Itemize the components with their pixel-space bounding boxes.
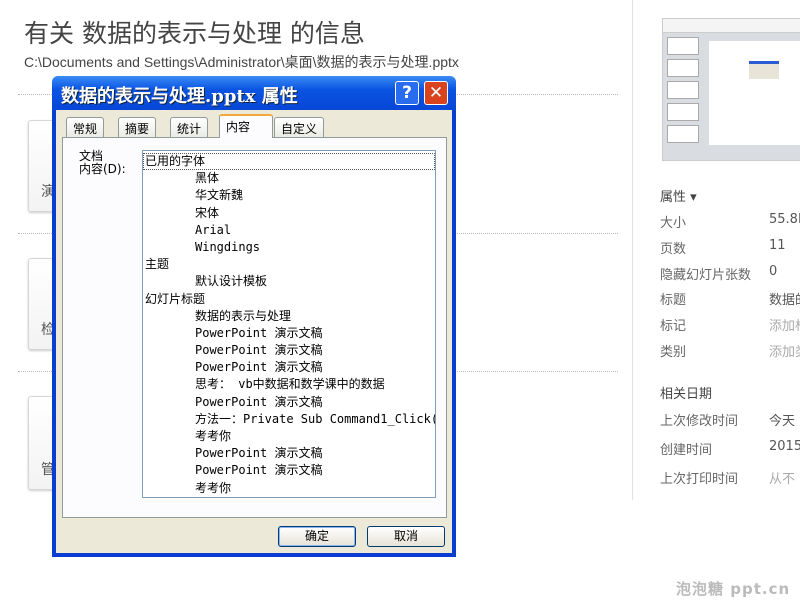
list-item[interactable]: Wingdings — [143, 239, 435, 256]
list-item[interactable]: PowerPoint 演示文稿 — [143, 325, 435, 342]
property-value: 0 — [769, 263, 778, 279]
properties-header[interactable]: 属性 ▾ — [660, 186, 697, 205]
property-value: 11 — [769, 237, 786, 253]
list-item[interactable]: 华文新魏 — [143, 187, 435, 204]
list-item[interactable]: 宋体 — [143, 205, 435, 222]
tab-custom[interactable]: 自定义 — [274, 117, 325, 137]
list-item[interactable]: 黑体 — [143, 170, 435, 187]
list-item[interactable]: PowerPoint 演示文稿 — [143, 359, 435, 376]
property-value: 55.8K — [769, 212, 800, 227]
tab-statistics[interactable]: 统计 — [170, 117, 209, 137]
property-value[interactable]: 添加标 — [769, 315, 800, 334]
close-icon[interactable]: ✕ — [424, 81, 448, 105]
property-value[interactable]: 从不 — [769, 468, 795, 487]
list-item[interactable]: 幻灯片标题 — [143, 291, 435, 308]
list-item[interactable]: PowerPoint 演示文稿 — [143, 394, 435, 411]
property-value: 数据的 — [769, 293, 800, 309]
label-line: 内容(D): — [79, 162, 126, 176]
contents-label: 文档 内容(D): — [79, 150, 126, 176]
property-label: 隐藏幻灯片张数 — [660, 267, 752, 283]
property-value[interactable]: 添加类 — [769, 341, 800, 360]
dialog-title: 数据的表示与处理.pptx 属性 — [61, 86, 298, 107]
help-icon[interactable]: ? — [395, 81, 419, 105]
list-item[interactable]: 默认设计模板 — [143, 273, 435, 290]
property-label: 页数 — [660, 241, 687, 257]
list-item[interactable]: 思考： vb中数据和数学课中的数据 — [143, 376, 435, 393]
tab-general[interactable]: 常规 — [66, 117, 105, 137]
tab-contents[interactable]: 内容 — [219, 114, 273, 138]
divider — [632, 0, 633, 500]
list-item[interactable]: 数据的表示与处理 — [143, 308, 435, 325]
related-dates-header: 相关日期 — [660, 387, 713, 402]
property-label: 上次打印时间 — [660, 472, 739, 487]
property-label: 创建时间 — [660, 443, 713, 458]
list-item[interactable]: 考考你 — [143, 480, 435, 497]
list-item[interactable]: PowerPoint 演示文稿 — [143, 462, 435, 479]
list-item[interactable]: Arial — [143, 222, 435, 239]
property-label: 标记 — [660, 319, 687, 335]
list-item[interactable]: 考考你 — [143, 428, 435, 445]
document-thumbnail[interactable] — [662, 18, 800, 161]
tab-summary[interactable]: 摘要 — [118, 117, 157, 137]
page-title: 有关 数据的表示与处理 的信息 — [24, 19, 365, 48]
list-item[interactable]: PowerPoint 演示文稿 — [143, 445, 435, 462]
property-value: 2015 — [769, 439, 800, 454]
contents-list[interactable]: 已用的字体 黑体 华文新魏 宋体 Arial Wingdings 主题 默认设计模板 幻灯片标题… — [142, 150, 436, 498]
properties-dialog: 数据的表示与处理.pptx 属性 ? ✕ 常规 摘要 统计 内容 自定义 文档内… — [52, 76, 456, 557]
property-label: 类别 — [660, 345, 687, 360]
cancel-button[interactable]: 取消 — [367, 526, 445, 547]
list-item[interactable]: 方法一：Private Sub Command1_Click() — [143, 411, 435, 428]
property-label: 标题 — [660, 293, 687, 309]
ok-button[interactable]: 确定 — [278, 526, 356, 547]
list-item[interactable]: 已用的字体 — [143, 153, 435, 171]
property-value: 今天 — [769, 414, 796, 429]
dialog-title-bar[interactable]: 数据的表示与处理.pptx 属性 ? ✕ — [52, 76, 456, 110]
list-item[interactable]: PowerPoint 演示文稿 — [143, 342, 435, 359]
watermark: 泡泡糖 ppt.cn — [676, 580, 791, 598]
list-item[interactable]: 主题 — [143, 256, 435, 273]
file-path: C:\Documents and Settings\Administrator\… — [24, 54, 459, 70]
property-label: 上次修改时间 — [660, 414, 739, 429]
property-label: 大小 — [660, 216, 687, 231]
